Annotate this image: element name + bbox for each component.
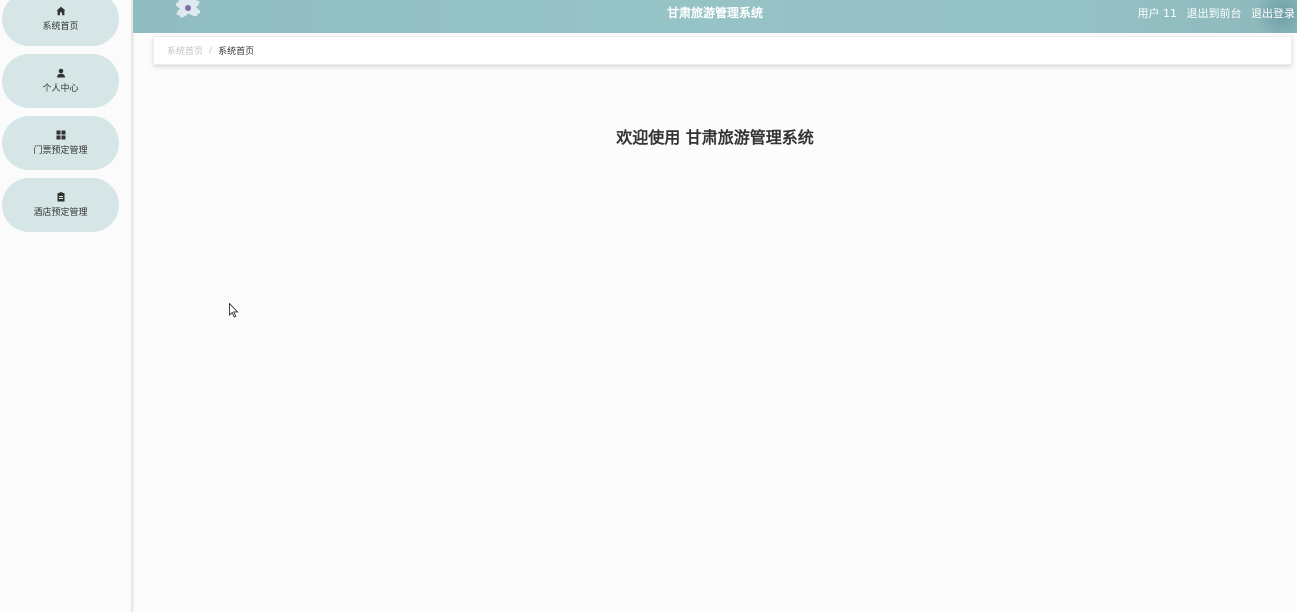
home-icon — [55, 5, 67, 17]
document-icon — [55, 191, 67, 203]
user-area: 用户 11 退出到前台 退出登录 — [1138, 0, 1296, 27]
logout-link[interactable]: 退出登录 — [1251, 7, 1295, 20]
top-header: 甘肃旅游管理系统 用户 11 退出到前台 退出登录 — [133, 0, 1297, 33]
sidebar: 系统首页 个人中心 门票预定管理 酒店预定管理 — [0, 0, 132, 612]
breadcrumb-item-home[interactable]: 系统首页 — [167, 44, 203, 57]
back-to-frontend-link[interactable]: 退出到前台 — [1187, 7, 1242, 20]
sidebar-item-label: 门票预定管理 — [33, 146, 88, 156]
sidebar-item-ticket-booking[interactable]: 门票预定管理 — [2, 116, 119, 170]
current-user-label: 用户 11 — [1137, 7, 1178, 20]
breadcrumb-separator: / — [209, 45, 213, 56]
welcome-heading: 欢迎使用 甘肃旅游管理系统 — [616, 128, 814, 147]
sidebar-item-label: 系统首页 — [42, 22, 79, 32]
sidebar-item-profile[interactable]: 个人中心 — [2, 54, 119, 108]
breadcrumb: 系统首页 / 系统首页 — [153, 36, 1292, 65]
sidebar-item-home[interactable]: 系统首页 — [2, 0, 119, 46]
sidebar-item-label: 个人中心 — [42, 84, 79, 94]
mouse-cursor-icon — [229, 302, 239, 322]
user-icon — [55, 67, 67, 79]
sidebar-item-hotel-booking[interactable]: 酒店预定管理 — [2, 178, 119, 232]
sidebar-item-label: 酒店预定管理 — [33, 208, 88, 218]
grid-icon — [55, 129, 67, 141]
breadcrumb-item-current: 系统首页 — [218, 47, 255, 57]
app-title: 甘肃旅游管理系统 — [666, 6, 763, 20]
